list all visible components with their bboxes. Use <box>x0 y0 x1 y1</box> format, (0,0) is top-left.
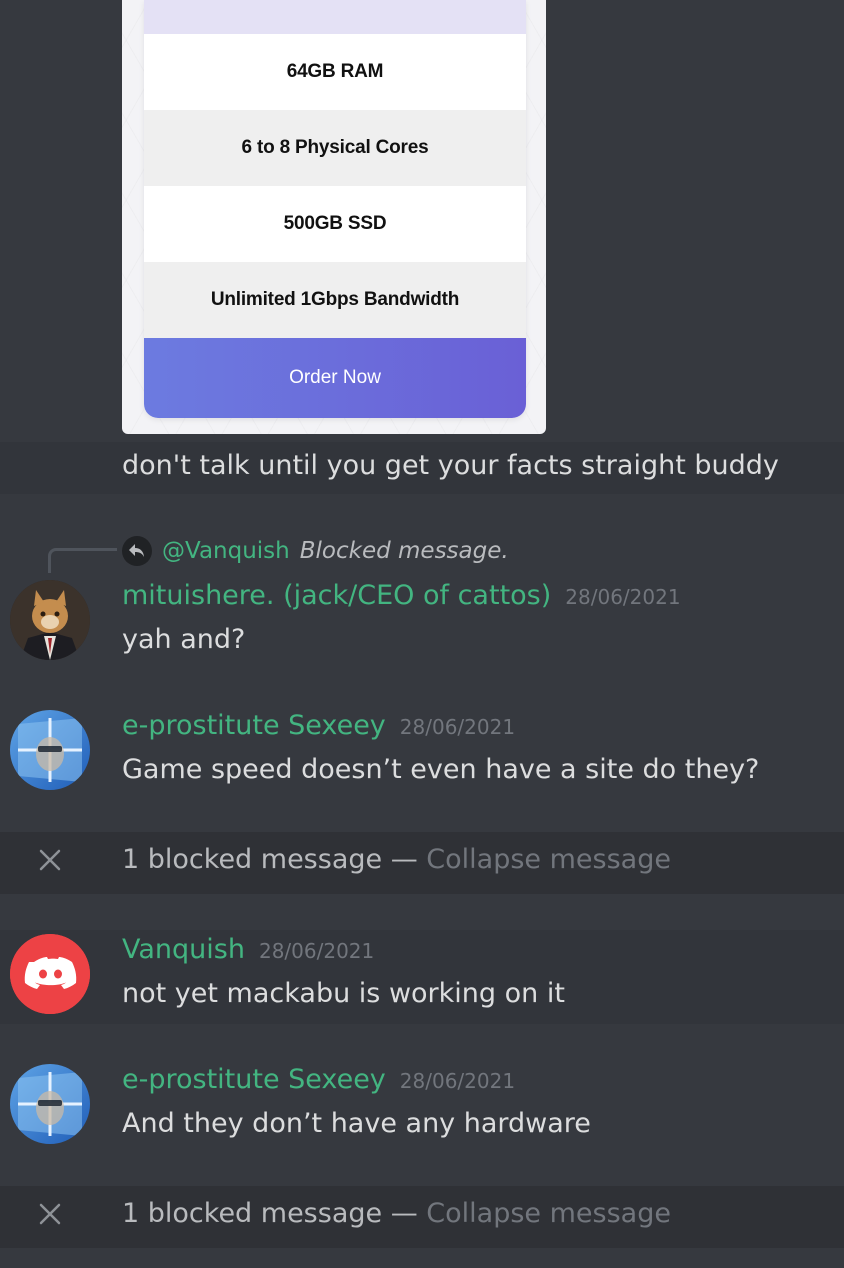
username[interactable]: e-prostitute Sexeey <box>122 710 386 741</box>
message-group: e-prostitute Sexeey 28/06/2021 And they d… <box>0 1060 844 1154</box>
timestamp: 28/06/2021 <box>565 585 681 609</box>
pricing-card: 64GB RAM 6 to 8 Physical Cores 500GB SSD… <box>144 0 526 418</box>
timestamp: 28/06/2021 <box>258 939 375 963</box>
plan-feature-ram: 64GB RAM <box>144 34 526 110</box>
timestamp: 28/06/2021 <box>399 1069 516 1093</box>
username[interactable]: Vanquish <box>122 934 245 965</box>
message-header: e-prostitute Sexeey 28/06/2021 <box>122 1064 515 1095</box>
avatar[interactable] <box>10 934 90 1014</box>
reply-mention[interactable]: @Vanquish <box>162 538 290 564</box>
plan-feature-storage: 500GB SSD <box>144 186 526 262</box>
message-text: don't talk until you get your facts stra… <box>122 450 779 481</box>
message-text: not yet mackabu is working on it <box>122 978 565 1009</box>
timestamp: 28/06/2021 <box>399 715 516 739</box>
collapse-message-link[interactable]: Collapse message <box>426 844 671 875</box>
plan-feature-cores: 6 to 8 Physical Cores <box>144 110 526 186</box>
avatar[interactable] <box>10 1064 90 1144</box>
message-header: Vanquish 28/06/2021 <box>122 934 374 965</box>
message-text: And they don’t have any hardware <box>122 1108 591 1139</box>
message-group: e-prostitute Sexeey 28/06/2021 Game speed… <box>0 706 844 800</box>
username[interactable]: e-prostitute Sexeey <box>122 1064 386 1095</box>
order-now-button[interactable]: Order Now <box>144 338 526 418</box>
message-header: mituishere. (jack/CEO of cattos) 28/06/20… <box>122 580 681 611</box>
discord-logo-icon <box>10 934 90 1014</box>
message-group: Vanquish 28/06/2021 not yet mackabu is wo… <box>0 930 844 1024</box>
chat-page: 64GB RAM 6 to 8 Physical Cores 500GB SSD… <box>0 0 844 1268</box>
avatar[interactable] <box>10 580 90 660</box>
blocked-message-row: 1 blocked message — Collapse message <box>0 1186 844 1248</box>
pricing-card-header <box>144 0 526 34</box>
reply-spine <box>48 548 117 573</box>
message-text: yah and? <box>122 624 246 655</box>
close-icon[interactable] <box>36 846 64 874</box>
blocked-message-label: 1 blocked message — Collapse message <box>122 1198 671 1229</box>
blocked-message-label: 1 blocked message — Collapse message <box>122 844 671 875</box>
username[interactable]: mituishere. (jack/CEO of cattos) <box>122 580 551 611</box>
plan-feature-bandwidth: Unlimited 1Gbps Bandwidth <box>144 262 526 338</box>
blocked-count: 1 blocked message — <box>122 1198 418 1229</box>
reply-icon <box>122 536 152 566</box>
message-text: Game speed doesn’t even have a site do t… <box>122 754 760 785</box>
reply-blocked-text: Blocked message. <box>299 538 509 564</box>
close-icon[interactable] <box>36 1200 64 1228</box>
embedded-image[interactable]: 64GB RAM 6 to 8 Physical Cores 500GB SSD… <box>122 0 546 434</box>
blocked-count: 1 blocked message — <box>122 844 418 875</box>
blocked-message-row: 1 blocked message — Collapse message <box>0 832 844 894</box>
avatar[interactable] <box>10 710 90 790</box>
reply-reference[interactable]: @Vanquish Blocked message. <box>122 534 509 568</box>
message-header: e-prostitute Sexeey 28/06/2021 <box>122 710 515 741</box>
message-group: mituishere. (jack/CEO of cattos) 28/06/20… <box>0 576 844 670</box>
collapse-message-link[interactable]: Collapse message <box>426 1198 671 1229</box>
message-continuation: don't talk until you get your facts stra… <box>0 442 844 494</box>
